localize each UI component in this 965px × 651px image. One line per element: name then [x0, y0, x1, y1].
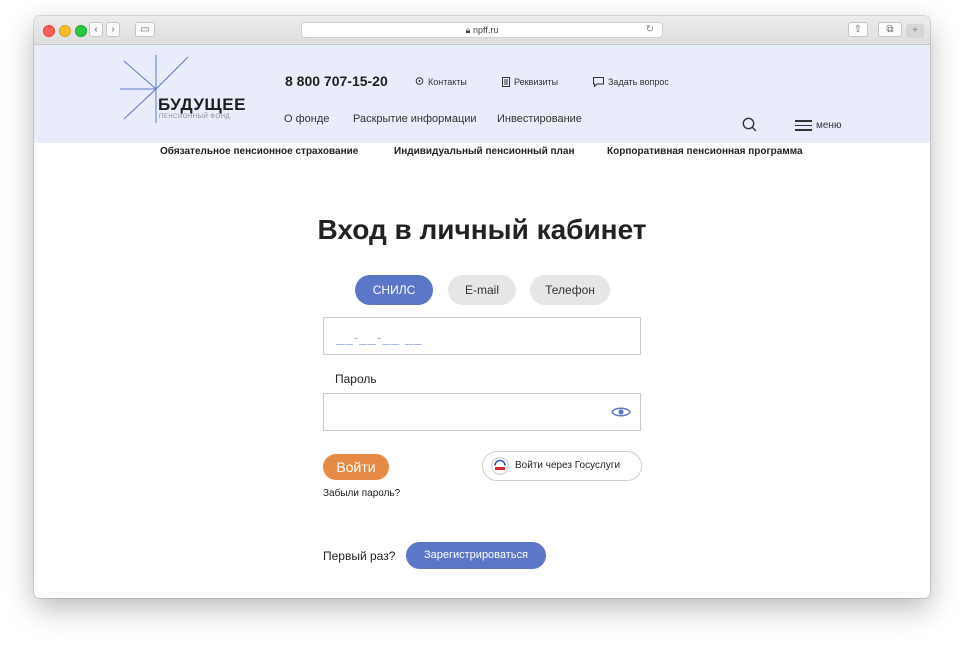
menu-button[interactable]: меню: [795, 117, 841, 134]
lock-icon: 🔒︎: [465, 25, 471, 35]
requisites-label: Реквизиты: [514, 77, 559, 87]
tab-snils[interactable]: СНИЛС: [355, 275, 433, 305]
sidebar-icon[interactable]: ▭: [135, 22, 155, 37]
browser-window: ‹ › ▭ 🔒︎ npff.ru ↻ ⇧ ⧉ + БУДУЩЕЕ ПЕНСИОН…: [34, 16, 930, 598]
back-icon[interactable]: ‹: [89, 22, 103, 37]
minimize-window-button[interactable]: [59, 25, 71, 37]
site-header: БУДУЩЕЕ ПЕНСИОННЫЙ ФОНД 8 800 707-15-20 …: [34, 45, 930, 143]
register-button[interactable]: Зарегистрироваться: [406, 542, 546, 569]
gosuslugi-logo-icon: [491, 457, 509, 475]
subnav-individual[interactable]: Индивидуальный пенсионный план: [394, 146, 574, 157]
page-title: Вход в личный кабинет: [317, 214, 647, 245]
snils-placeholder: __-__-__ __: [336, 329, 423, 345]
first-time-label: Первый раз?: [323, 549, 396, 563]
requisites-link[interactable]: Реквизиты: [502, 77, 558, 87]
password-label: Пароль: [335, 372, 377, 386]
search-icon[interactable]: [742, 117, 758, 133]
gosuslugi-label: Войти через Госуслуги: [515, 460, 621, 471]
login-button[interactable]: Войти: [323, 454, 389, 480]
share-icon[interactable]: ⇧: [848, 22, 868, 37]
url-text: npff.ru: [472, 25, 499, 35]
reload-icon[interactable]: ↻: [646, 23, 654, 37]
hamburger-icon: [795, 117, 812, 134]
forward-icon[interactable]: ›: [106, 22, 120, 37]
tab-email[interactable]: E-mail: [448, 275, 516, 305]
location-pin-icon: [415, 77, 424, 85]
nav-disclosure[interactable]: Раскрытие информации: [353, 113, 477, 125]
gosuslugi-button[interactable]: Войти через Госуслуги: [482, 451, 642, 481]
address-bar[interactable]: 🔒︎ npff.ru ↻: [301, 22, 663, 38]
password-input[interactable]: [323, 393, 641, 431]
menu-label: меню: [816, 119, 842, 131]
tabs-icon[interactable]: ⧉: [878, 22, 902, 37]
nav-about[interactable]: О фонде: [284, 113, 329, 125]
browser-toolbar: ‹ › ▭ 🔒︎ npff.ru ↻ ⇧ ⧉ +: [34, 16, 930, 45]
zoom-window-button[interactable]: [75, 25, 87, 37]
ask-question-link[interactable]: Задать вопрос: [593, 77, 669, 88]
subnav-ops[interactable]: Обязательное пенсионное страхование: [160, 146, 358, 157]
snils-input[interactable]: __-__-__ __: [323, 317, 641, 355]
ask-question-label: Задать вопрос: [608, 77, 669, 87]
document-icon: [502, 77, 510, 87]
chat-bubble-icon: [593, 77, 604, 88]
brand-name[interactable]: БУДУЩЕЕ: [158, 95, 246, 115]
close-window-button[interactable]: [43, 25, 55, 37]
new-tab-icon[interactable]: +: [906, 24, 924, 38]
brand-subtitle: ПЕНСИОННЫЙ ФОНД: [159, 114, 231, 120]
phone-number[interactable]: 8 800 707-15-20: [285, 73, 388, 89]
eye-icon[interactable]: [611, 405, 631, 419]
forgot-password-link[interactable]: Забыли пароль?: [323, 488, 400, 499]
contacts-label: Контакты: [428, 77, 467, 87]
nav-investing[interactable]: Инвестирование: [497, 113, 582, 125]
subnav-corporate[interactable]: Корпоративная пенсионная программа: [607, 146, 803, 157]
contacts-link[interactable]: Контакты: [415, 77, 467, 87]
tab-phone[interactable]: Телефон: [530, 275, 610, 305]
